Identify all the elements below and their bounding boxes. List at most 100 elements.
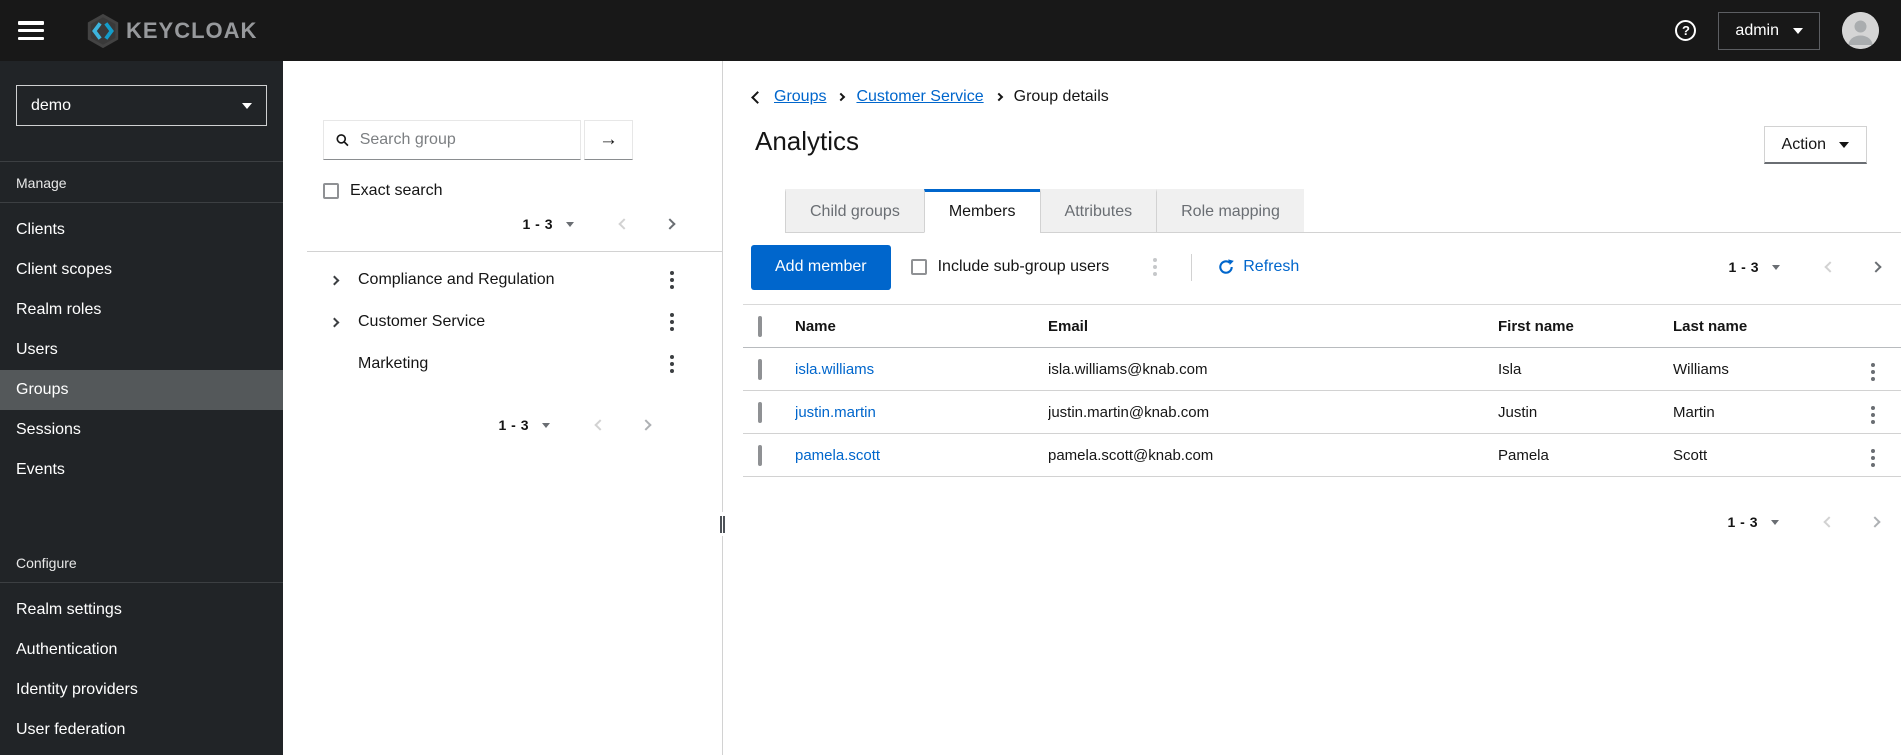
tab-members[interactable]: Members (923, 189, 1040, 233)
chevron-right-icon[interactable] (1870, 261, 1882, 273)
pagination-range: 1 - 3 (1727, 514, 1758, 530)
help-icon[interactable]: ? (1675, 20, 1697, 41)
breadcrumb-link-groups[interactable]: Groups (774, 88, 826, 106)
chevron-left-icon[interactable] (1824, 261, 1836, 273)
breadcrumb-separator-icon (994, 92, 1003, 102)
row-checkbox[interactable] (758, 401, 762, 423)
include-subgroups-checkbox[interactable] (910, 259, 927, 275)
sidebar-item-authentication[interactable]: Authentication (0, 630, 283, 670)
realm-selector[interactable]: demo (16, 85, 267, 126)
column-header-email: Email (1048, 304, 1498, 348)
sidebar-item-groups[interactable]: Groups (0, 370, 283, 410)
exact-search-checkbox[interactable] (323, 183, 339, 199)
kebab-menu-icon[interactable] (1867, 445, 1879, 471)
pagination-range: 1 - 3 (498, 417, 529, 433)
sidebar-item-sessions[interactable]: Sessions (0, 410, 283, 450)
column-header-first-name: First name (1498, 304, 1673, 348)
nav-section-label: Manage (0, 162, 283, 203)
chevron-right-icon[interactable] (640, 419, 652, 431)
keycloak-hexagon-icon (87, 13, 119, 48)
tree-item-customer-service[interactable]: Customer Service (283, 301, 722, 343)
sidebar-item-realm-roles[interactable]: Realm roles (0, 290, 283, 330)
divider (1191, 253, 1193, 281)
select-all-checkbox[interactable] (758, 315, 762, 337)
keycloak-logo: KEYCLOAK (82, 12, 257, 50)
hamburger-icon[interactable] (18, 21, 44, 40)
group-search-row: → (323, 120, 722, 160)
members-toolbar: Add member Include sub-group users Refre… (743, 244, 1901, 290)
caret-down-icon[interactable] (1771, 519, 1779, 525)
add-member-button[interactable]: Add member (751, 244, 891, 290)
chevron-right-icon[interactable] (1869, 516, 1881, 528)
back-chevron-icon[interactable] (751, 90, 764, 104)
page-title: Analytics (755, 126, 860, 156)
search-submit-button[interactable]: → (584, 120, 633, 160)
page-body: demo Manage Clients Client scopes Realm … (0, 61, 1901, 755)
avatar[interactable] (1842, 12, 1879, 49)
include-subgroups-row: Include sub-group users (910, 258, 1110, 276)
group-search-box (323, 120, 581, 160)
chevron-right-icon[interactable] (664, 218, 676, 230)
chevron-left-icon[interactable] (1823, 516, 1835, 528)
tab-attributes[interactable]: Attributes (1039, 189, 1157, 233)
tab-child-groups[interactable]: Child groups (785, 189, 924, 233)
member-last-name: Scott (1673, 433, 1845, 477)
masthead: KEYCLOAK ? admin (0, 0, 1901, 61)
chevron-right-icon (329, 275, 340, 285)
kebab-menu-icon[interactable] (666, 267, 678, 293)
expand-toggle[interactable] (329, 317, 347, 327)
realm-selector-value: demo (31, 96, 72, 114)
include-subgroups-label: Include sub-group users (937, 258, 1110, 275)
kebab-menu-icon[interactable] (1149, 254, 1161, 280)
member-email: isla.williams@knab.com (1048, 347, 1498, 391)
masthead-right: ? admin (1675, 11, 1879, 50)
sidebar-item-clients[interactable]: Clients (0, 210, 283, 250)
caret-down-icon[interactable] (542, 422, 550, 428)
caret-down-icon[interactable] (566, 221, 574, 227)
tree-item-marketing[interactable]: Marketing (283, 343, 722, 385)
kebab-menu-icon[interactable] (1867, 402, 1879, 428)
tree-item-compliance-and-regulation[interactable]: Compliance and Regulation (283, 259, 722, 301)
sidebar-item-user-federation[interactable]: User federation (0, 710, 283, 750)
tabs: Child groups Members Attributes Role map… (785, 189, 1901, 233)
panel-resize-handle[interactable] (715, 512, 730, 536)
nav-section-configure: Configure Realm settings Authentication … (0, 542, 283, 750)
member-name-link[interactable]: isla.williams (795, 361, 874, 378)
row-checkbox[interactable] (758, 358, 762, 380)
refresh-icon (1219, 259, 1235, 274)
sidebar-item-users[interactable]: Users (0, 330, 283, 370)
breadcrumb-separator-icon (837, 92, 846, 102)
member-name-link[interactable]: justin.martin (795, 404, 876, 421)
member-first-name: Justin (1498, 390, 1673, 434)
caret-down-icon (242, 102, 252, 109)
breadcrumb-link-customer-service[interactable]: Customer Service (856, 88, 983, 106)
user-menu-dropdown[interactable]: admin (1718, 11, 1820, 50)
chevron-left-icon[interactable] (618, 218, 630, 230)
sidebar-item-client-scopes[interactable]: Client scopes (0, 250, 283, 290)
kebab-menu-icon[interactable] (666, 309, 678, 335)
arrow-right-icon: → (599, 129, 618, 150)
grip-icon (720, 515, 725, 533)
exact-search-label: Exact search (350, 182, 443, 199)
action-dropdown-button[interactable]: Action (1763, 126, 1867, 164)
row-checkbox[interactable] (758, 444, 762, 466)
member-first-name: Isla (1498, 347, 1673, 391)
expand-toggle[interactable] (329, 275, 347, 285)
groups-tree-panel: → Exact search 1 - 3 Compliance and Regu… (283, 61, 730, 755)
search-icon (336, 134, 349, 147)
sidebar-item-identity-providers[interactable]: Identity providers (0, 670, 283, 710)
tab-role-mapping[interactable]: Role mapping (1156, 189, 1304, 233)
kebab-menu-icon[interactable] (666, 351, 678, 377)
member-email: justin.martin@knab.com (1048, 390, 1498, 434)
members-table: Name Email First name Last name isla.wil… (743, 304, 1901, 477)
refresh-button[interactable]: Refresh (1218, 258, 1299, 276)
table-row: pamela.scott pamela.scott@knab.com Pamel… (743, 433, 1901, 477)
avatar-icon (1842, 12, 1879, 49)
sidebar-item-events[interactable]: Events (0, 450, 283, 490)
caret-down-icon[interactable] (1772, 264, 1780, 270)
kebab-menu-icon[interactable] (1867, 359, 1879, 385)
group-search-input[interactable] (357, 130, 570, 150)
sidebar-item-realm-settings[interactable]: Realm settings (0, 590, 283, 630)
member-name-link[interactable]: pamela.scott (795, 447, 880, 464)
chevron-left-icon[interactable] (594, 419, 606, 431)
